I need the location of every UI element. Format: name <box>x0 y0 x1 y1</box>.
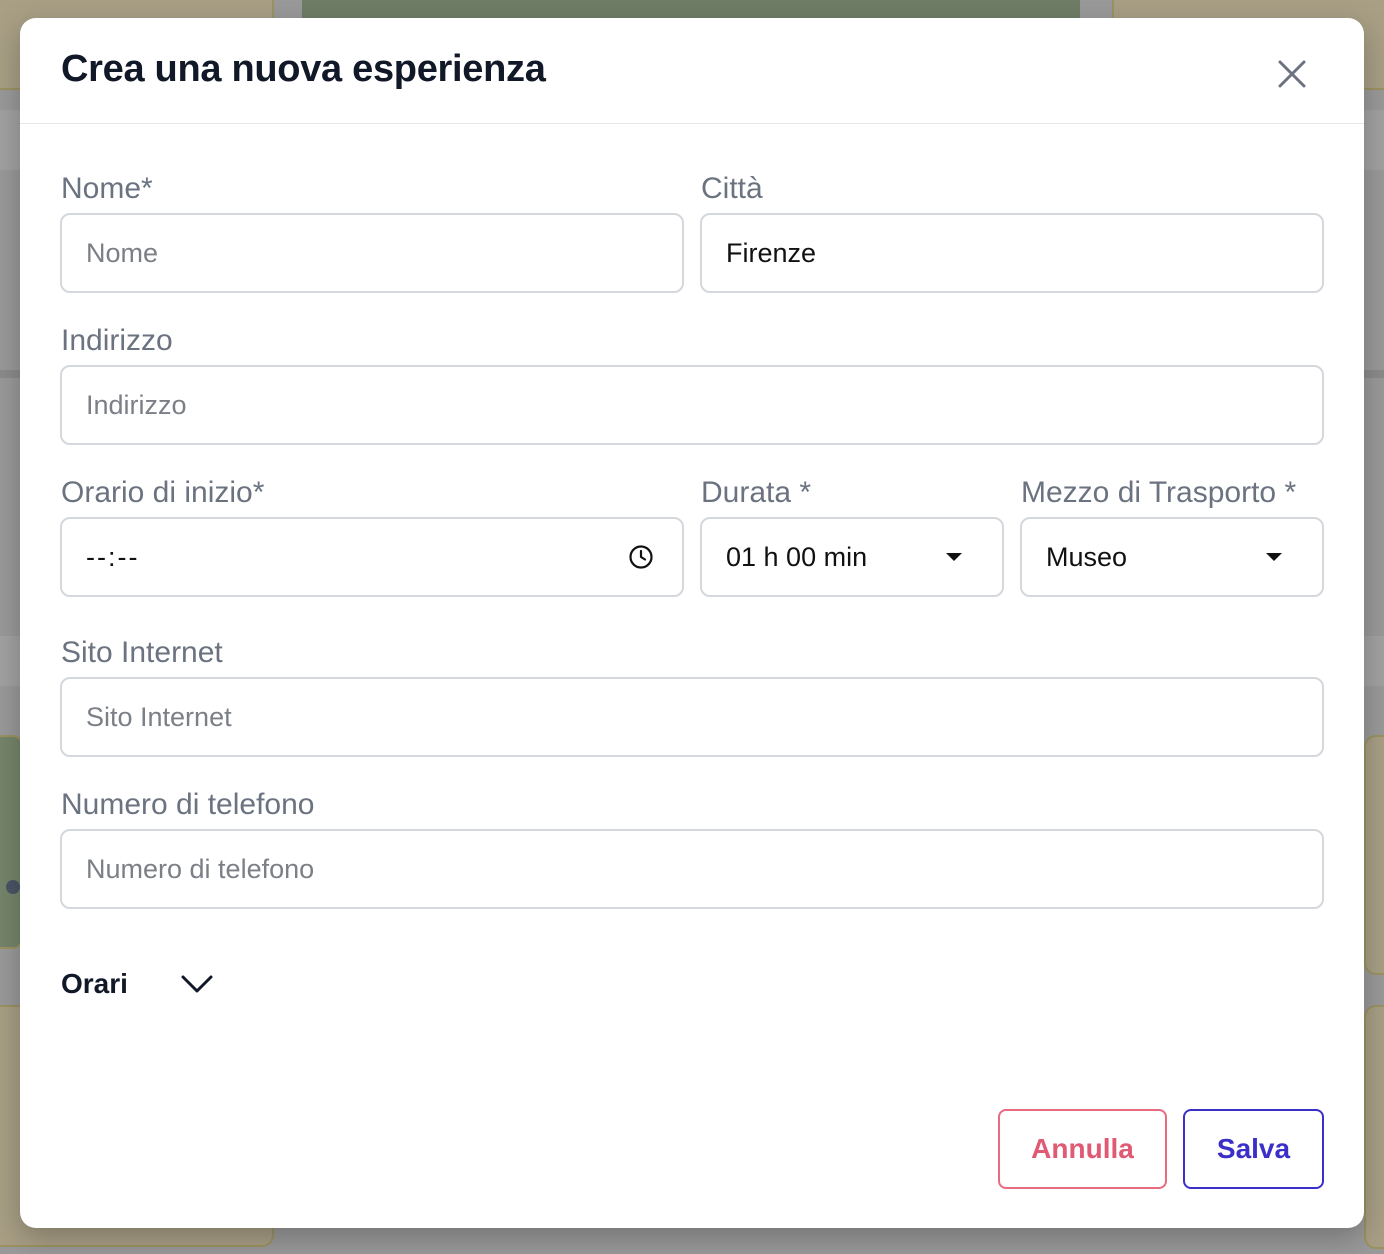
nome-field-wrapper <box>60 213 684 293</box>
clock-icon[interactable] <box>628 544 654 570</box>
sito-internet-label: Sito Internet <box>61 636 223 669</box>
background-card <box>1364 735 1384 975</box>
mezzo-trasporto-select[interactable]: Museo <box>1020 517 1324 597</box>
citta-input[interactable] <box>726 237 1298 269</box>
durata-value: 01 h 00 min <box>726 541 868 572</box>
orario-inizio-input[interactable]: --:-- <box>60 517 684 597</box>
orari-toggle[interactable]: Orari <box>61 968 214 1000</box>
indirizzo-label: Indirizzo <box>61 324 173 357</box>
close-button[interactable] <box>1270 52 1314 96</box>
cancel-button[interactable]: Annulla <box>998 1109 1167 1189</box>
indirizzo-input[interactable] <box>86 389 1298 421</box>
orario-inizio-value: --:-- <box>86 541 140 572</box>
sito-internet-field-wrapper <box>60 677 1324 757</box>
orari-label: Orari <box>61 968 128 999</box>
durata-label: Durata * <box>701 476 812 509</box>
chevron-down-icon <box>181 975 213 993</box>
nome-label: Nome* <box>61 172 153 205</box>
telefono-field-wrapper <box>60 829 1324 909</box>
modal-header: Crea una nuova esperienza <box>20 18 1364 124</box>
close-icon <box>1278 60 1306 88</box>
durata-select[interactable]: 01 h 00 min <box>700 517 1004 597</box>
create-experience-modal: Crea una nuova esperienza Nome* Città In… <box>20 18 1364 1228</box>
telefono-label: Numero di telefono <box>61 788 315 821</box>
telefono-input[interactable] <box>86 853 1298 885</box>
save-button[interactable]: Salva <box>1183 1109 1324 1189</box>
background-map <box>302 0 1080 20</box>
caret-down-icon <box>946 553 962 561</box>
modal-title: Crea una nuova esperienza <box>61 48 546 90</box>
citta-field-wrapper <box>700 213 1324 293</box>
background-card <box>1364 1005 1384 1249</box>
orario-inizio-label: Orario di inizio* <box>61 476 265 509</box>
indirizzo-field-wrapper <box>60 365 1324 445</box>
mezzo-trasporto-value: Museo <box>1046 541 1128 572</box>
citta-label: Città <box>701 172 763 205</box>
mezzo-trasporto-label: Mezzo di Trasporto * <box>1021 476 1297 509</box>
background-dot <box>6 880 20 894</box>
sito-internet-input[interactable] <box>86 701 1298 733</box>
caret-down-icon <box>1266 553 1282 561</box>
nome-input[interactable] <box>86 237 658 269</box>
